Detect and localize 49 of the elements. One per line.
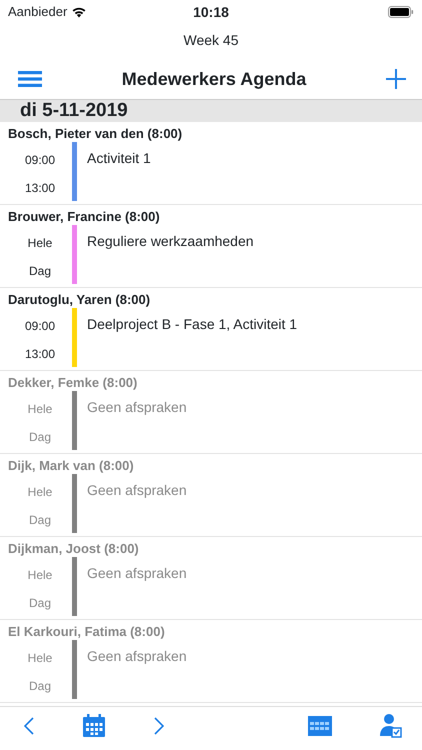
carrier-name: Aanbieder — [8, 3, 68, 22]
time-label: Hele — [28, 567, 52, 584]
page-title: Medewerkers Agenda — [122, 68, 306, 91]
week-label: Week 45 — [184, 32, 238, 48]
plus-icon — [386, 69, 406, 89]
wifi-icon — [71, 6, 88, 18]
chevron-right-icon — [154, 716, 164, 734]
activity-title[interactable]: Reguliere werkzaamheden — [87, 233, 254, 249]
calendar-icon — [82, 714, 106, 738]
time-label: Hele — [28, 650, 52, 667]
add-button[interactable] — [386, 69, 406, 89]
activity-title[interactable]: Activiteit 1 — [87, 150, 151, 166]
empty-message: Geen afspraken — [87, 482, 187, 498]
date-header: di 5-11-2019 — [0, 99, 422, 122]
person-check-icon — [380, 714, 402, 738]
week-view-button[interactable] — [308, 716, 332, 736]
empty-message: Geen afspraken — [87, 399, 187, 415]
calendar-button[interactable] — [82, 714, 106, 738]
time-label: 09:00 — [24, 318, 56, 335]
time-label: Hele — [28, 484, 52, 501]
employee-name: Dijkman, Joost (8:00) — [7, 540, 140, 557]
time-label: Dag — [28, 429, 51, 446]
next-button[interactable] — [154, 716, 164, 734]
employee-button[interactable] — [380, 714, 402, 738]
time-label: Dag — [28, 678, 51, 695]
employee-name: Dekker, Femke (8:00) — [7, 374, 138, 391]
time-label: Dag — [28, 263, 51, 280]
time-label: 13:00 — [24, 346, 56, 363]
chevron-left-icon — [24, 716, 34, 734]
time-label: Dag — [28, 512, 51, 529]
employee-name: Dijk, Mark van (8:00) — [7, 457, 135, 474]
battery-icon — [388, 6, 414, 18]
time-label: Hele — [28, 235, 52, 252]
time-label: Hele — [28, 401, 52, 418]
time-label: 09:00 — [24, 152, 56, 169]
employee-name: Darutoglu, Yaren (8:00) — [7, 291, 152, 308]
activity-title[interactable]: Deelproject B - Fase 1, Activiteit 1 — [87, 316, 298, 332]
empty-message: Geen afspraken — [87, 648, 187, 664]
employee-name: El Karkouri, Fatima (8:00) — [7, 623, 166, 640]
employee-name: Bosch, Pieter van den (8:00) — [7, 125, 184, 142]
menu-button[interactable] — [18, 71, 42, 87]
empty-message: Geen afspraken — [87, 565, 187, 581]
menu-icon — [18, 71, 42, 87]
time-label: 13:00 — [24, 180, 56, 197]
clock-time: 10:18 — [193, 4, 229, 20]
previous-button[interactable] — [24, 716, 34, 734]
calendar-grid-icon — [308, 716, 332, 736]
time-label: Dag — [28, 595, 51, 612]
employee-name: Brouwer, Francine (8:00) — [7, 208, 161, 225]
